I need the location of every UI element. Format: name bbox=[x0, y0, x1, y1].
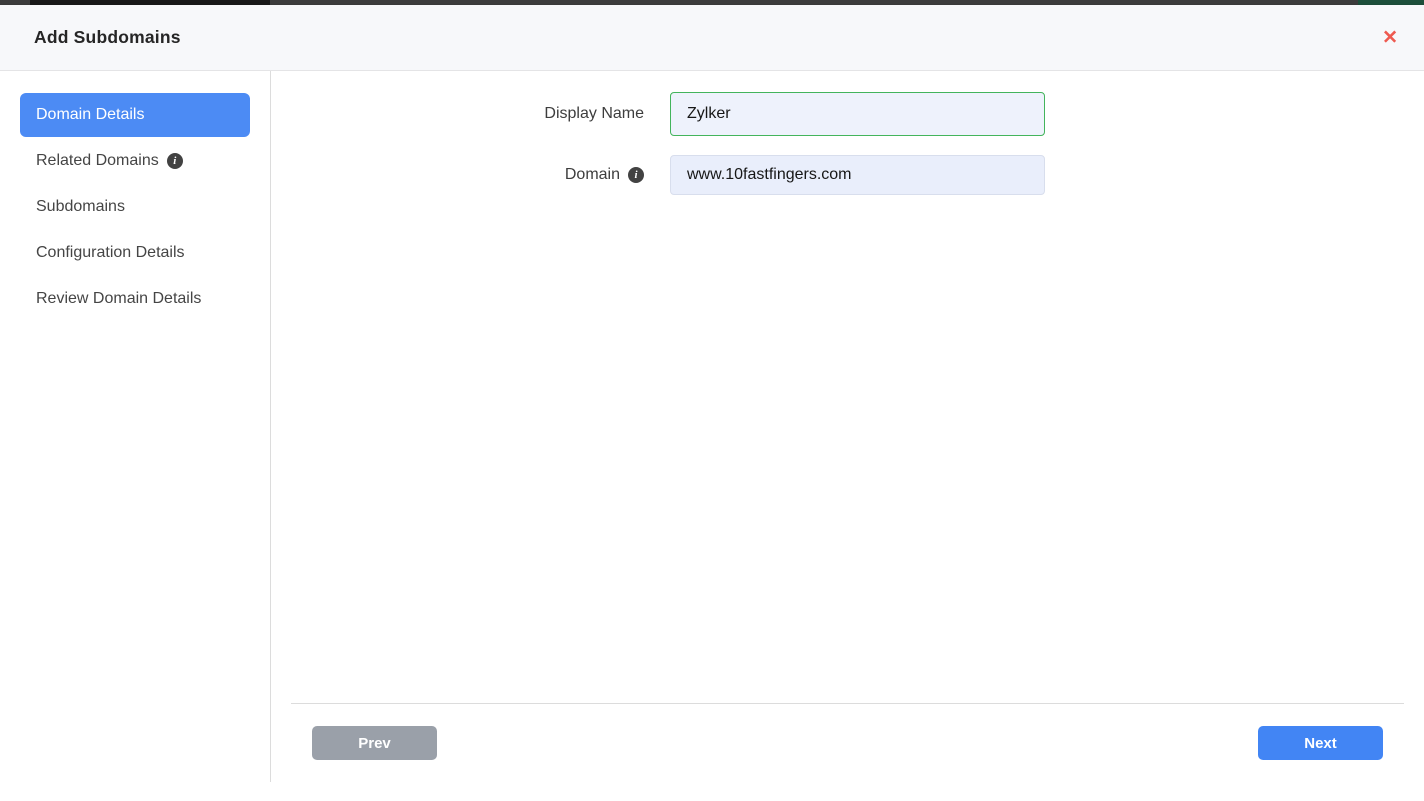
wizard-footer: Prev Next bbox=[291, 703, 1404, 760]
close-icon[interactable]: ✕ bbox=[1378, 24, 1402, 51]
sidebar-item-domain-details[interactable]: Domain Details bbox=[20, 93, 250, 137]
sidebar-item-label: Subdomains bbox=[36, 198, 125, 216]
sidebar-item-related-domains[interactable]: Related Domains i bbox=[20, 139, 250, 183]
dialog-header: Add Subdomains ✕ bbox=[0, 5, 1424, 71]
step-content: Display Name Domain i Prev Next bbox=[271, 71, 1424, 800]
info-icon: i bbox=[628, 167, 644, 183]
domain-row: Domain i bbox=[271, 155, 1424, 195]
info-icon: i bbox=[167, 153, 183, 169]
sidebar-item-label: Configuration Details bbox=[36, 244, 185, 262]
add-subdomains-dialog: Add Subdomains ✕ Domain Details Related … bbox=[0, 5, 1424, 801]
domain-details-form: Display Name Domain i bbox=[271, 71, 1424, 195]
wizard-steps-sidebar: Domain Details Related Domains i Subdoma… bbox=[0, 71, 270, 800]
sidebar-item-review-domain-details[interactable]: Review Domain Details bbox=[20, 277, 250, 321]
display-name-row: Display Name bbox=[271, 92, 1424, 136]
dialog-title: Add Subdomains bbox=[34, 27, 181, 48]
dialog-body: Domain Details Related Domains i Subdoma… bbox=[0, 71, 1424, 800]
next-button[interactable]: Next bbox=[1258, 726, 1383, 760]
domain-input[interactable] bbox=[670, 155, 1045, 195]
sidebar-item-configuration-details[interactable]: Configuration Details bbox=[20, 231, 250, 275]
domain-label-cell: Domain i bbox=[271, 166, 670, 184]
display-name-label: Display Name bbox=[271, 105, 670, 123]
sidebar-item-subdomains[interactable]: Subdomains bbox=[20, 185, 250, 229]
display-name-input[interactable] bbox=[670, 92, 1045, 136]
prev-button[interactable]: Prev bbox=[312, 726, 437, 760]
sidebar-item-label: Review Domain Details bbox=[36, 290, 201, 308]
domain-label: Domain bbox=[565, 166, 620, 184]
sidebar-item-label: Related Domains bbox=[36, 152, 159, 170]
sidebar-item-label: Domain Details bbox=[36, 106, 144, 124]
